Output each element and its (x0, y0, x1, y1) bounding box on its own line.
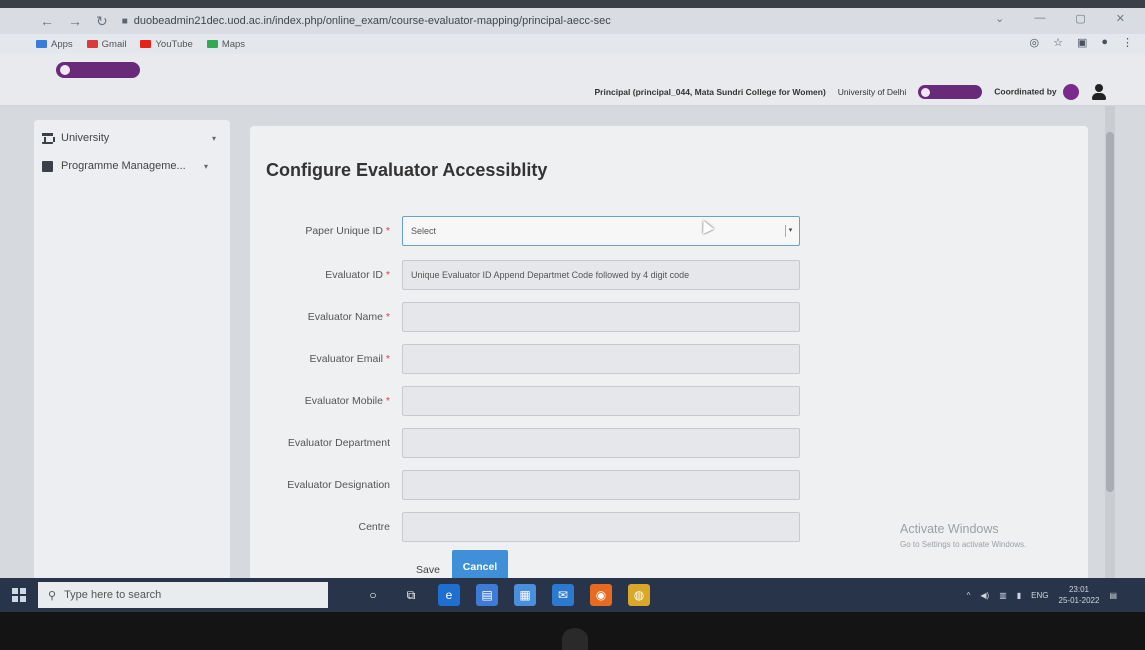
user-info: Principal (principal_044, Mata Sundri Co… (594, 87, 826, 97)
apps-grid-icon (36, 40, 47, 48)
user-strip: Principal (principal_044, Mata Sundri Co… (595, 84, 1108, 100)
evaluator-designation-label: Evaluator Designation (287, 479, 390, 491)
coordinated-by: Coordinated by (994, 84, 1079, 100)
menu-icon[interactable]: ⋮ (1122, 36, 1133, 49)
page-body: University ▾ Programme Manageme... ▾ Con… (0, 106, 1145, 586)
profile-icon[interactable]: ● (1101, 36, 1108, 49)
evaluator-department-input[interactable] (402, 428, 800, 458)
firefox-icon[interactable]: ◉ (590, 584, 612, 606)
address-bar[interactable]: ← → ↻ ■ duobeadmin21dec.uod.ac.in/index.… (0, 8, 1145, 34)
evaluator-id-row: Evaluator ID * Unique Evaluator ID Appen… (250, 260, 810, 292)
chevron-down-icon: ▾ (211, 133, 216, 143)
windows-taskbar: ⚲ Type here to search ○ ⧉ e ▤ ▦ ✉ ◉ ◍ ^ … (0, 578, 1145, 612)
back-icon[interactable]: ← (40, 13, 54, 30)
university-logo[interactable] (56, 62, 140, 78)
hp-logo-icon (562, 628, 588, 650)
screen: ← → ↻ ■ duobeadmin21dec.uod.ac.in/index.… (0, 0, 1145, 650)
evaluator-designation-input[interactable] (402, 470, 800, 500)
store-icon[interactable]: ▦ (514, 584, 536, 606)
bookmarks-bar: Apps Gmail YouTube Maps ◎ ☆ ▣ ● ⋮ (0, 34, 1145, 54)
star-icon[interactable]: ☆ (1053, 36, 1063, 49)
maximize-icon[interactable]: ▢ (1075, 12, 1085, 25)
chevron-down-icon[interactable]: ⌄ (995, 12, 1004, 25)
page-scrollbar[interactable] (1105, 106, 1115, 578)
evaluator-id-label: Evaluator ID * (325, 269, 390, 281)
bookmark-maps[interactable]: Maps (206, 39, 245, 50)
mail-icon[interactable]: ✉ (552, 584, 574, 606)
evaluator-designation-row: Evaluator Designation (250, 470, 810, 502)
minimize-icon[interactable]: — (1034, 12, 1045, 25)
taskbar-search[interactable]: ⚲ Type here to search (38, 582, 328, 608)
volume-icon[interactable]: ◀) (980, 591, 989, 600)
page-title: Configure Evaluator Accessiblity (266, 160, 548, 180)
evaluator-name-label: Evaluator Name * (307, 311, 390, 323)
centre-input[interactable] (402, 512, 800, 542)
language-indicator[interactable]: ENG (1031, 591, 1048, 600)
centre-label: Centre (358, 521, 390, 533)
evaluator-name-input[interactable] (402, 302, 800, 332)
sidebar-item-university[interactable]: University ▾ (42, 128, 222, 148)
evaluator-department-row: Evaluator Department (250, 428, 810, 460)
user-avatar-icon[interactable] (1091, 84, 1107, 100)
close-icon[interactable]: ✕ (1116, 12, 1125, 25)
url-text[interactable]: duobeadmin21dec.uod.ac.in/index.php/onli… (134, 15, 611, 27)
evaluator-department-label: Evaluator Department (287, 437, 390, 449)
coordinator-logo-icon (1063, 84, 1079, 100)
evaluator-mobile-input[interactable] (402, 386, 800, 416)
centre-row: Centre (250, 512, 810, 544)
notification-icon[interactable]: ▤ (1109, 591, 1117, 600)
evaluator-email-label: Evaluator Email * (309, 353, 390, 365)
university-icon (42, 132, 55, 144)
bookmark-gmail[interactable]: Gmail (86, 39, 126, 50)
sidebar-item-programme-management[interactable]: Programme Manageme... ▾ (42, 156, 222, 176)
chevron-down-icon: ▾ (203, 161, 208, 171)
clock[interactable]: 23:01 25-01-2022 (1059, 584, 1100, 606)
paper-unique-id-select[interactable]: Select ▾ (402, 216, 800, 246)
extension-icon[interactable]: ◎ (1029, 36, 1039, 49)
maps-icon (206, 40, 218, 48)
edge-icon[interactable]: e (438, 584, 460, 606)
book-icon (42, 160, 53, 172)
bookmark-youtube[interactable]: YouTube (140, 39, 193, 50)
evaluator-mobile-label: Evaluator Mobile * (304, 395, 390, 407)
task-view-icon[interactable]: ⧉ (400, 584, 422, 606)
reload-icon[interactable]: ↻ (96, 13, 108, 30)
system-tray: ^ ◀) ▥ ▮ ENG 23:01 25-01-2022 ▤ (967, 584, 1117, 606)
paper-unique-id-label: Paper Unique ID * (305, 225, 390, 237)
seal-icon (921, 87, 931, 97)
scrollbar-thumb[interactable] (1106, 132, 1114, 492)
evaluator-name-row: Evaluator Name * (250, 302, 810, 334)
sidebar: University ▾ Programme Manageme... ▾ (34, 120, 230, 580)
windows-start-icon[interactable] (12, 588, 26, 602)
chevron-up-icon[interactable]: ^ (967, 591, 971, 600)
form-panel: Configure Evaluator Accessiblity Paper U… (250, 126, 1088, 586)
university-name: University of Delhi (837, 87, 907, 97)
activate-windows-watermark: Activate Windows Go to Settings to activ… (900, 522, 1027, 549)
chevron-down-icon: ▾ (785, 225, 795, 237)
search-icon: ⚲ (48, 589, 57, 602)
sidepanel-icon[interactable]: ▣ (1077, 36, 1087, 49)
gmail-icon (86, 40, 98, 48)
cortana-icon[interactable]: ○ (362, 584, 384, 606)
site-header: Principal (principal_044, Mata Sundri Co… (0, 54, 1145, 106)
evaluator-id-input[interactable]: Unique Evaluator ID Append Departmet Cod… (402, 260, 800, 290)
evaluator-email-input[interactable] (402, 344, 800, 374)
paper-unique-id-row: Paper Unique ID * Select ▾ (250, 216, 810, 248)
evaluator-mobile-row: Evaluator Mobile * (250, 386, 810, 418)
youtube-icon (140, 40, 152, 48)
evaluator-email-row: Evaluator Email * (250, 344, 810, 376)
forward-icon[interactable]: → (68, 13, 82, 30)
file-explorer-icon[interactable]: ▤ (476, 584, 498, 606)
lock-icon: ■ (121, 15, 128, 27)
bookmark-apps[interactable]: Apps (36, 39, 73, 50)
chrome-icon[interactable]: ◍ (628, 584, 650, 606)
browser-tab-bar (0, 0, 1145, 8)
seal-icon (60, 65, 70, 75)
header-logo (918, 85, 983, 99)
network-icon[interactable]: ▥ (999, 591, 1007, 600)
battery-icon[interactable]: ▮ (1017, 591, 1021, 600)
